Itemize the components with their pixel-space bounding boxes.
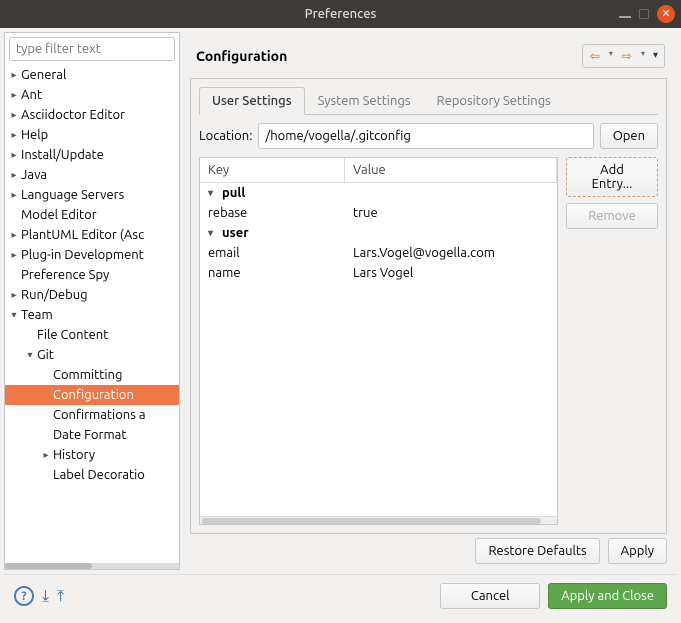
tab-repository-settings[interactable]: Repository Settings [424, 87, 564, 114]
forward-menu-icon[interactable]: ▾ [639, 47, 647, 65]
table-body[interactable]: ▾pull rebasetrue ▾user emailLars.Vogel@v… [200, 183, 557, 516]
chevron-right-icon: ▸ [7, 249, 21, 261]
chevron-right-icon: ▸ [7, 289, 21, 301]
chevron-down-icon: ▾ [208, 187, 222, 199]
chevron-down-icon: ▾ [208, 227, 222, 239]
window-title: Preferences [305, 7, 377, 21]
tree-item-install-update[interactable]: ▸Install/Update [5, 145, 179, 165]
apply-button[interactable]: Apply [608, 538, 667, 564]
config-table: Key Value ▾pull rebasetrue ▾user emailLa… [199, 157, 558, 525]
tree-item-label-decorations[interactable]: Label Decoratio [5, 465, 179, 485]
tree-item-run-debug[interactable]: ▸Run/Debug [5, 285, 179, 305]
tree-item-plugin-dev[interactable]: ▸Plug-in Development [5, 245, 179, 265]
page-header: Configuration ⇦ ▾ ⇨ ▾ ▾ [190, 38, 667, 78]
horizontal-scrollbar[interactable] [5, 563, 179, 569]
table-row[interactable]: rebasetrue [200, 203, 557, 223]
export-icon[interactable]: ⤒ [57, 587, 64, 606]
chevron-right-icon: ▸ [7, 109, 21, 121]
table-row[interactable]: ▾user [200, 223, 557, 243]
page-buttons: Restore Defaults Apply [190, 534, 667, 564]
location-input[interactable] [258, 123, 593, 149]
tree-item-date-format[interactable]: Date Format [5, 425, 179, 445]
configuration-panel: User Settings System Settings Repository… [190, 78, 667, 534]
tree-item-model-editor[interactable]: Model Editor [5, 205, 179, 225]
tree-item-configuration[interactable]: Configuration [5, 385, 179, 405]
remove-button: Remove [566, 203, 658, 229]
footer-icons: ? ⤓ ⤒ [14, 586, 64, 606]
page-nav: ⇦ ▾ ⇨ ▾ ▾ [582, 44, 665, 68]
tabs: User Settings System Settings Repository… [199, 87, 658, 115]
titlebar: Preferences ✕ [0, 0, 681, 28]
chevron-right-icon: ▸ [7, 89, 21, 101]
chevron-right-icon: ▸ [7, 229, 21, 241]
table-row[interactable]: ▾pull [200, 183, 557, 203]
tree-item-asciidoctor[interactable]: ▸Asciidoctor Editor [5, 105, 179, 125]
table-row[interactable]: nameLars Vogel [200, 263, 557, 283]
help-icon[interactable]: ? [14, 586, 34, 606]
sidebar: ▸General ▸Ant ▸Asciidoctor Editor ▸Help … [4, 32, 180, 570]
main-panel: Configuration ⇦ ▾ ⇨ ▾ ▾ User Settings Sy… [180, 32, 677, 570]
tree-item-file-content[interactable]: File Content [5, 325, 179, 345]
add-entry-button[interactable]: Add Entry... [566, 157, 658, 197]
column-value[interactable]: Value [345, 158, 557, 182]
content: ▸General ▸Ant ▸Asciidoctor Editor ▸Help … [0, 28, 681, 623]
location-label: Location: [199, 129, 252, 143]
tree-item-help[interactable]: ▸Help [5, 125, 179, 145]
preference-tree[interactable]: ▸General ▸Ant ▸Asciidoctor Editor ▸Help … [5, 65, 179, 563]
footer-buttons: Cancel Apply and Close [440, 583, 667, 609]
apply-and-close-button[interactable]: Apply and Close [548, 583, 667, 609]
table-area: Key Value ▾pull rebasetrue ▾user emailLa… [199, 157, 658, 525]
tree-item-team[interactable]: ▾Team [5, 305, 179, 325]
forward-icon[interactable]: ⇨ [619, 47, 635, 65]
close-button[interactable]: ✕ [657, 5, 675, 23]
tree-item-git[interactable]: ▾Git [5, 345, 179, 365]
page-menu-icon[interactable]: ▾ [651, 47, 660, 65]
cancel-button[interactable]: Cancel [440, 583, 540, 609]
back-menu-icon[interactable]: ▾ [607, 47, 615, 65]
split-pane: ▸General ▸Ant ▸Asciidoctor Editor ▸Help … [4, 32, 677, 570]
window-controls: ✕ [619, 5, 675, 23]
tree-item-confirmations[interactable]: Confirmations a [5, 405, 179, 425]
dialog-footer: ? ⤓ ⤒ Cancel Apply and Close [4, 574, 677, 619]
page-title: Configuration [196, 48, 287, 64]
tree-item-general[interactable]: ▸General [5, 65, 179, 85]
tree-item-language-servers[interactable]: ▸Language Servers [5, 185, 179, 205]
tab-system-settings[interactable]: System Settings [305, 87, 424, 114]
table-row[interactable]: emailLars.Vogel@vogella.com [200, 243, 557, 263]
chevron-right-icon: ▸ [7, 169, 21, 181]
chevron-right-icon: ▸ [7, 189, 21, 201]
filter-input[interactable] [9, 37, 175, 61]
tree-item-ant[interactable]: ▸Ant [5, 85, 179, 105]
tab-user-settings[interactable]: User Settings [199, 87, 305, 115]
horizontal-scrollbar[interactable] [200, 516, 557, 524]
chevron-right-icon: ▸ [7, 149, 21, 161]
tree-item-plantuml[interactable]: ▸PlantUML Editor (Asc [5, 225, 179, 245]
chevron-right-icon: ▸ [7, 129, 21, 141]
tree-item-java[interactable]: ▸Java [5, 165, 179, 185]
entry-buttons: Add Entry... Remove [566, 157, 658, 525]
tree-item-history[interactable]: ▸History [5, 445, 179, 465]
open-button[interactable]: Open [600, 123, 658, 149]
table-header: Key Value [200, 158, 557, 183]
chevron-down-icon: ▾ [23, 349, 37, 361]
chevron-down-icon: ▾ [7, 309, 21, 321]
chevron-right-icon: ▸ [39, 449, 53, 461]
restore-defaults-button[interactable]: Restore Defaults [475, 538, 599, 564]
location-row: Location: Open [199, 123, 658, 149]
chevron-right-icon: ▸ [7, 69, 21, 81]
column-key[interactable]: Key [200, 158, 345, 182]
tree-item-preference-spy[interactable]: Preference Spy [5, 265, 179, 285]
back-icon[interactable]: ⇦ [587, 47, 603, 65]
tree-item-committing[interactable]: Committing [5, 365, 179, 385]
maximize-button[interactable] [639, 9, 649, 19]
minimize-button[interactable] [619, 10, 631, 18]
import-icon[interactable]: ⤓ [42, 587, 49, 606]
